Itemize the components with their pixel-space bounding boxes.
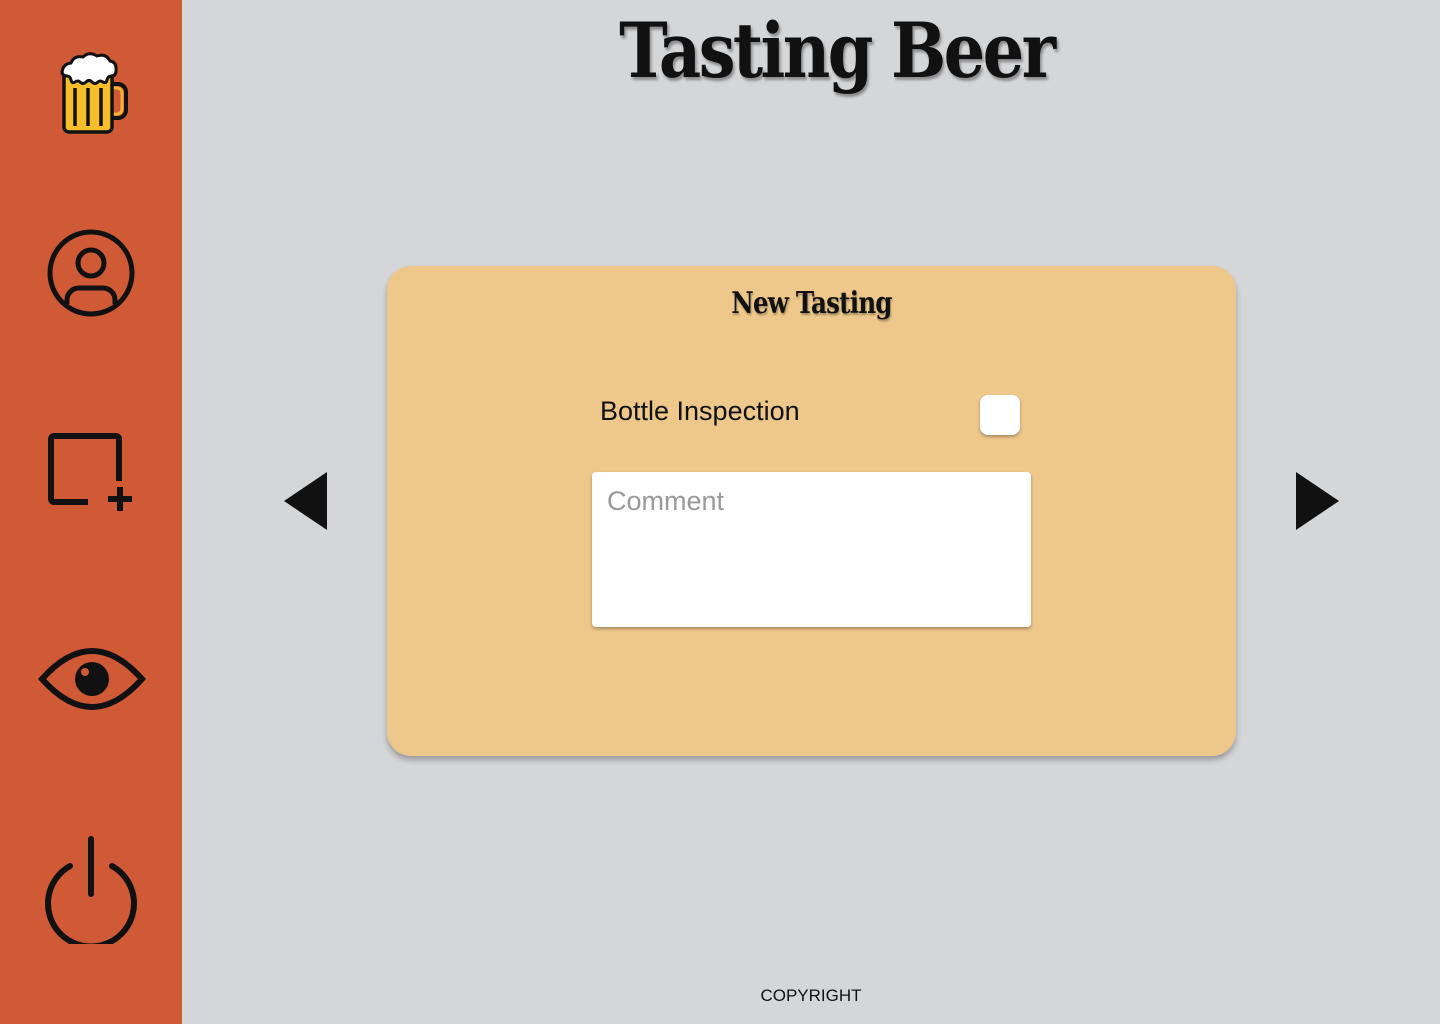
add-tasting-icon[interactable] <box>46 431 136 515</box>
card-title: New Tasting <box>731 286 892 321</box>
footer-copyright: COPYRIGHT <box>760 986 862 1005</box>
beer-mug-icon[interactable] <box>58 52 132 136</box>
triangle-left-icon[interactable] <box>283 471 329 531</box>
sidebar <box>0 0 182 1024</box>
comment-placeholder: Comment <box>607 486 725 516</box>
power-icon[interactable] <box>42 836 140 944</box>
triangle-right-icon[interactable] <box>1295 471 1341 531</box>
new-tasting-card: New Tasting Bottle Inspection Comment <box>387 266 1236 756</box>
comment-textarea[interactable]: Comment <box>592 472 1031 627</box>
app-root: Tasting Beer New Tasting Bottle Inspecti… <box>0 0 1440 1024</box>
page-title: Tasting Beer <box>619 6 1056 95</box>
bottle-inspection-checkbox[interactable] <box>980 395 1020 435</box>
user-profile-icon[interactable] <box>45 227 137 319</box>
bottle-inspection-label: Bottle Inspection <box>600 396 800 426</box>
eye-icon[interactable] <box>38 645 146 713</box>
